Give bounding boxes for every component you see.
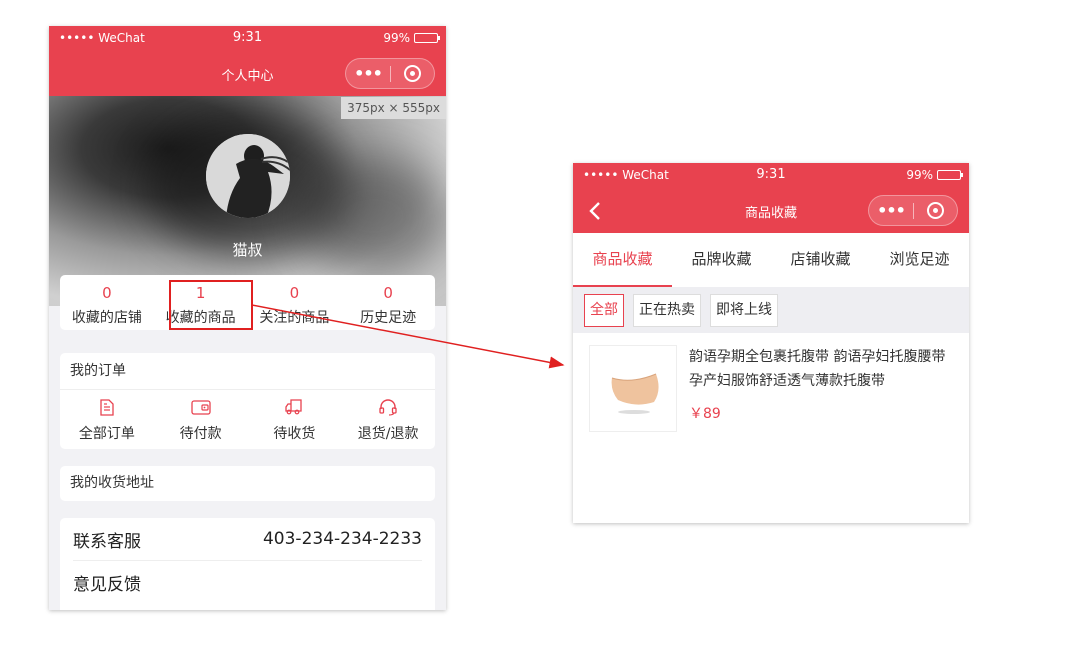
contact-service-row[interactable]: 联系客服 403-234-234-2233 — [73, 518, 422, 561]
stat-value: 0 — [102, 284, 112, 302]
stat-followed-products[interactable]: 0 关注的商品 — [248, 275, 342, 330]
stat-value: 0 — [289, 284, 300, 302]
order-label: 全部订单 — [78, 426, 135, 442]
more-icon[interactable]: ••• — [346, 59, 390, 88]
size-label: 375px × 555px — [341, 97, 446, 119]
tab-browse-history[interactable]: 浏览足迹 — [870, 233, 969, 287]
product-thumbnail[interactable] — [589, 345, 677, 432]
wallet-icon — [154, 399, 248, 417]
tab-shop-favorites[interactable]: 店铺收藏 — [771, 233, 870, 287]
stat-label: 历史足迹 — [360, 310, 417, 326]
profile-screen: ••••• WeChat 9:31 99% 个人中心 ••• 375px × 5… — [49, 26, 446, 610]
product-price: ￥89 — [689, 406, 721, 422]
headset-icon — [341, 399, 435, 417]
order-refund-button[interactable]: 退货/退款 — [341, 390, 435, 449]
order-unpaid-button[interactable]: 待付款 — [154, 390, 248, 449]
mini-program-capsule: ••• — [345, 58, 435, 89]
stat-favorite-shops[interactable]: 0 收藏的店铺 — [60, 275, 154, 330]
close-target-icon[interactable] — [391, 65, 434, 82]
feedback-label: 意见反馈 — [73, 575, 141, 595]
stat-history[interactable]: 0 历史足迹 — [341, 275, 435, 330]
service-phone[interactable]: 403-234-234-2233 — [263, 529, 422, 549]
close-target-icon[interactable] — [914, 202, 957, 219]
product-item[interactable]: 韵语孕期全包裹托腹带 韵语孕妇托腹腰带 孕产妇服饰舒适透气薄款托腹带 ￥89 — [573, 333, 969, 444]
battery-percent: 99% — [906, 168, 933, 182]
stat-value: 0 — [383, 284, 393, 302]
nav-bar: 商品收藏 ••• — [573, 188, 969, 233]
truck-icon — [248, 399, 342, 417]
tab-brand-favorites[interactable]: 品牌收藏 — [672, 233, 771, 287]
mini-program-capsule: ••• — [868, 195, 958, 226]
orders-heading[interactable]: 我的订单 — [60, 353, 435, 390]
status-bar: ••••• WeChat 9:31 99% — [49, 26, 446, 51]
filter-upcoming[interactable]: 即将上线 — [710, 294, 778, 327]
favorites-screen: ••••• WeChat 9:31 99% 商品收藏 ••• 商品收藏 品牌收藏… — [573, 163, 969, 523]
feedback-row[interactable]: 意见反馈 — [73, 561, 422, 604]
avatar[interactable] — [206, 134, 290, 218]
highlight-box — [169, 280, 253, 330]
battery-indicator: 99% — [383, 31, 440, 45]
stat-label: 收藏的店铺 — [71, 310, 142, 326]
order-all-button[interactable]: 全部订单 — [60, 390, 154, 449]
tab-bar: 商品收藏 品牌收藏 店铺收藏 浏览足迹 — [573, 233, 969, 287]
filter-bar: 全部 正在热卖 即将上线 — [573, 287, 969, 333]
more-icon[interactable]: ••• — [869, 196, 913, 225]
orders-card: 我的订单 全部订单 待付款 待收货 退货/退款 — [60, 353, 435, 449]
battery-icon — [937, 170, 963, 180]
order-shipping-button[interactable]: 待收货 — [248, 390, 342, 449]
username: 猫叔 — [232, 241, 263, 259]
filter-all[interactable]: 全部 — [584, 294, 624, 327]
order-label: 待付款 — [179, 426, 222, 442]
service-card: 联系客服 403-234-234-2233 意见反馈 — [60, 518, 435, 610]
contact-service-label: 联系客服 — [73, 531, 141, 552]
battery-indicator: 99% — [906, 168, 963, 182]
product-title: 韵语孕期全包裹托腹带 韵语孕妇托腹腰带 孕产妇服饰舒适透气薄款托腹带 — [689, 349, 946, 389]
order-label: 待收货 — [273, 426, 316, 442]
order-label: 退货/退款 — [357, 426, 419, 442]
tab-product-favorites[interactable]: 商品收藏 — [573, 233, 672, 287]
filter-on-sale[interactable]: 正在热卖 — [633, 294, 701, 327]
stat-label: 关注的商品 — [259, 310, 330, 326]
battery-icon — [414, 33, 440, 43]
battery-percent: 99% — [383, 31, 410, 45]
nav-bar: 个人中心 ••• — [49, 51, 446, 96]
address-row[interactable]: 我的收货地址 — [60, 466, 435, 501]
document-icon — [60, 399, 154, 417]
status-bar: ••••• WeChat 9:31 99% — [573, 163, 969, 188]
